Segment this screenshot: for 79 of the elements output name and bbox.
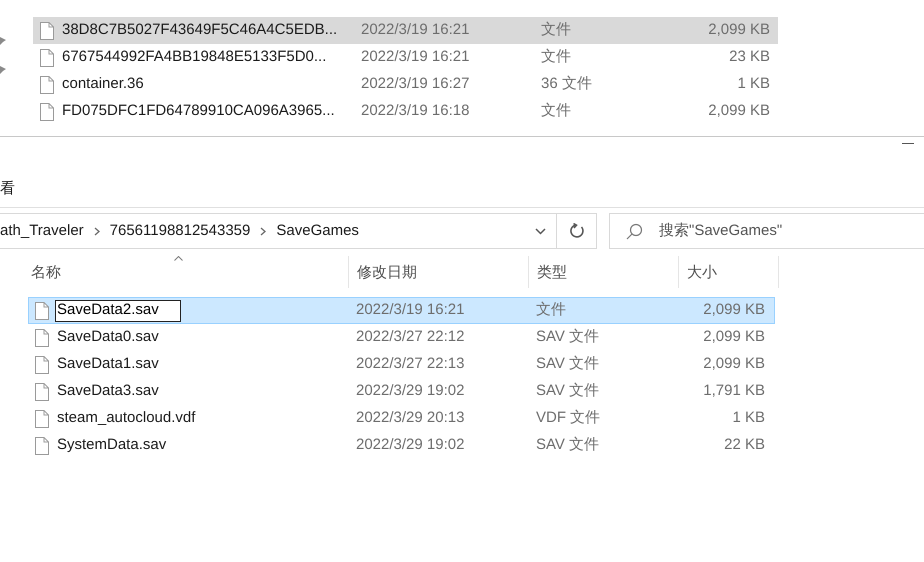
file-size: 1 KB	[736, 74, 771, 94]
breadcrumb-item[interactable]: ath_Traveler	[0, 220, 84, 242]
file-row[interactable]: SaveData2.sav 2022/3/19 16:21 文件 2,099 KB	[28, 297, 775, 324]
file-type: 文件	[541, 20, 572, 40]
file-date: 2022/3/29 19:02	[356, 435, 466, 456]
sort-caret-icon	[174, 256, 183, 261]
file-size: 2,099 KB	[702, 327, 766, 348]
file-date: 2022/3/29 19:02	[356, 381, 466, 402]
file-type: 36 文件	[541, 74, 593, 94]
file-row[interactable]: SaveData0.sav 2022/3/27 22:12 SAV 文件 2,099 KB	[28, 324, 775, 351]
file-type: 文件	[541, 101, 572, 122]
file-date: 2022/3/19 16:27	[361, 74, 470, 94]
file-row[interactable]: 6767544992FA4BB19848E5133F5D0... 2022/3/19 16:21 文件 23 KB	[33, 44, 778, 71]
column-header[interactable]: 名称	[0, 256, 349, 288]
file-row[interactable]: SaveData1.sav 2022/3/27 22:13 SAV 文件 2,099 KB	[28, 351, 775, 378]
chevron-down-icon[interactable]	[535, 228, 546, 234]
file-date: 2022/3/19 16:18	[361, 101, 470, 122]
file-name: SaveData0.sav	[56, 327, 160, 348]
file-name: 38D8C7B5027F43649F5C46A4C5EDB...	[62, 20, 338, 40]
file-icon	[35, 436, 49, 454]
file-type: SAV 文件	[536, 327, 600, 348]
file-icon	[40, 102, 54, 120]
file-date: 2022/3/19 16:21	[361, 20, 470, 40]
file-name: SaveData3.sav	[56, 381, 160, 402]
file-icon	[35, 382, 49, 400]
file-type: 文件	[536, 300, 567, 320]
file-icon	[35, 302, 49, 320]
pin-icon	[0, 66, 6, 74]
file-row[interactable]: 38D8C7B5027F43649F5C46A4C5EDB... 2022/3/19 16:21 文件 2,099 KB	[33, 17, 778, 44]
refresh-icon[interactable]	[568, 223, 584, 239]
file-name: SystemData.sav	[56, 435, 168, 456]
file-size: 1 KB	[731, 408, 766, 428]
file-name: steam_autocloud.vdf	[56, 408, 196, 428]
file-row[interactable]: SystemData.sav 2022/3/29 19:02 SAV 文件 22 KB	[28, 432, 775, 459]
file-size: 2,099 KB	[702, 354, 766, 374]
file-name: 6767544992FA4BB19848E5133F5D0...	[62, 47, 328, 68]
file-row[interactable]: FD075DFC1FD64789910CA096A3965... 2022/3/19 16:18 文件 2,099 KB	[33, 98, 778, 125]
file-date: 2022/3/29 20:13	[356, 408, 466, 428]
file-icon	[35, 356, 49, 374]
search-field[interactable]: 搜索"SaveGames"	[609, 213, 924, 249]
view-menu[interactable]: 看	[0, 180, 15, 197]
breadcrumb-item[interactable]: 76561198812543359	[110, 220, 250, 242]
file-icon	[40, 22, 54, 40]
file-type: VDF 文件	[536, 408, 602, 428]
file-size: 2,099 KB	[702, 300, 766, 320]
chevron-right-icon	[94, 226, 100, 236]
column-header[interactable]: 修改日期	[349, 256, 529, 288]
file-icon	[40, 76, 54, 94]
column-header[interactable]: 类型	[529, 256, 679, 288]
file-size: 2,099 KB	[707, 101, 771, 122]
file-date: 2022/3/27 22:13	[356, 354, 466, 374]
file-name: container.36	[62, 74, 145, 94]
chevron-right-icon	[260, 226, 266, 236]
file-row[interactable]: steam_autocloud.vdf 2022/3/29 20:13 VDF 文件 1 KB	[28, 405, 775, 432]
file-type: SAV 文件	[536, 354, 600, 374]
file-row[interactable]: container.36 2022/3/19 16:27 36 文件 1 KB	[33, 71, 778, 98]
file-date: 2022/3/19 16:21	[356, 300, 466, 320]
address-bar[interactable]: ath_Traveler 76561198812543359 SaveGames	[0, 213, 597, 249]
file-date: 2022/3/27 22:12	[356, 327, 466, 348]
file-size: 2,099 KB	[707, 20, 771, 40]
column-header[interactable]: 大小	[679, 256, 779, 288]
file-name: FD075DFC1FD64789910CA096A3965...	[62, 101, 336, 122]
file-size: 23 KB	[728, 47, 771, 68]
pin-icon	[0, 37, 6, 45]
file-icon	[35, 410, 49, 428]
file-name: SaveData1.sav	[56, 354, 160, 374]
file-row[interactable]: SaveData3.sav 2022/3/29 19:02 SAV 文件 1,791 KB	[28, 378, 775, 405]
minimize-icon[interactable]	[902, 143, 914, 145]
file-size: 22 KB	[723, 435, 766, 456]
file-date: 2022/3/19 16:21	[361, 47, 470, 68]
file-type: SAV 文件	[536, 435, 600, 456]
file-type: SAV 文件	[536, 381, 600, 402]
file-type: 文件	[541, 47, 572, 68]
breadcrumb-item[interactable]: SaveGames	[276, 220, 359, 242]
search-icon	[626, 222, 643, 240]
file-icon	[35, 328, 49, 346]
file-size: 1,791 KB	[702, 381, 766, 402]
rename-field[interactable]: SaveData2.sav	[55, 300, 181, 322]
file-icon	[40, 48, 54, 66]
